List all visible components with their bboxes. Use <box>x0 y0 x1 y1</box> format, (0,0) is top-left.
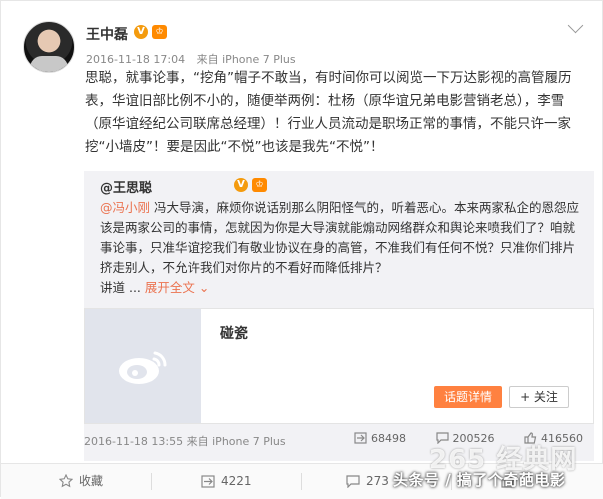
repost-body: 冯大导演，麻烦你说话别那么阴阳怪气的，听着恶心。本来两家私企的恩怨应该是两家公司… <box>100 200 579 275</box>
repost-button[interactable]: 4221 <box>201 464 252 499</box>
chevron-down-icon[interactable]: ⌄ <box>195 280 209 295</box>
more-chevron-icon[interactable] <box>567 17 584 34</box>
repost-source: iPhone 7 Plus <box>212 435 286 448</box>
repost-count-stat[interactable]: 68498 <box>354 432 406 445</box>
post-meta: 2016-11-18 17:04 来自 iPhone 7 Plus <box>86 51 296 67</box>
repost-verified-badge-icon: V <box>234 178 248 192</box>
post-text: 思聪，就事论事，“挖角”帽子不敢当，有时间你可以阅览一下万达影视的高管履历表，华… <box>85 70 572 155</box>
weibo-logo-icon <box>119 351 167 384</box>
repost-author-name[interactable]: @王思聪 <box>100 177 152 196</box>
topic-details-button[interactable]: 话题详情 <box>434 386 502 408</box>
repost-icon <box>201 475 215 488</box>
divider <box>151 473 152 490</box>
link-card[interactable]: 碰瓷 话题详情 + 关注 <box>84 308 594 424</box>
member-badge-icon: ♔ <box>152 25 167 39</box>
author-avatar[interactable] <box>23 21 75 73</box>
repost-icon <box>354 432 367 444</box>
favorite-button[interactable]: 收藏 <box>58 464 103 499</box>
expand-full-text-link[interactable]: 展开全文 <box>145 280 195 295</box>
repost-text-tail: 讲道 ... <box>100 280 141 295</box>
post-time[interactable]: 2016-11-18 17:04 <box>86 53 185 66</box>
mention-link[interactable]: @冯小刚 <box>100 200 150 215</box>
repost-member-badge-icon: ♔ <box>252 178 267 192</box>
repost-time[interactable]: 2016-11-18 13:55 <box>84 435 183 448</box>
post-source-prefix: 来自 <box>196 53 219 66</box>
post-source: iPhone 7 Plus <box>222 53 296 66</box>
weibo-logo-thumbnail <box>85 309 201 423</box>
comment-button[interactable]: 273 <box>346 464 389 499</box>
toutiao-watermark: 头条号 / 搞了个奇葩电影 <box>393 471 566 489</box>
comment-icon <box>346 475 360 489</box>
star-icon <box>58 473 74 488</box>
weibo-post-card: 王中磊 V ♔ 2016-11-18 17:04 来自 iPhone 7 Plu… <box>0 0 603 499</box>
reposted-weibo: @王思聪 V ♔ @冯小刚 冯大导演，麻烦你说话别那么阴阳怪气的，听着恶心。本来… <box>84 171 594 461</box>
verified-badge-icon: V <box>134 25 148 39</box>
divider <box>301 473 302 490</box>
follow-button[interactable]: + 关注 <box>509 386 569 408</box>
repost-source-prefix: 来自 <box>186 435 209 448</box>
link-card-title[interactable]: 碰瓷 <box>220 323 248 343</box>
repost-meta: 2016-11-18 13:55 来自 iPhone 7 Plus <box>84 433 286 449</box>
repost-text-block: @冯小刚 冯大导演，麻烦你说话别那么阴阳怪气的，听着恶心。本来两家私企的恩怨应该… <box>100 198 586 298</box>
author-name[interactable]: 王中磊 <box>86 24 128 44</box>
